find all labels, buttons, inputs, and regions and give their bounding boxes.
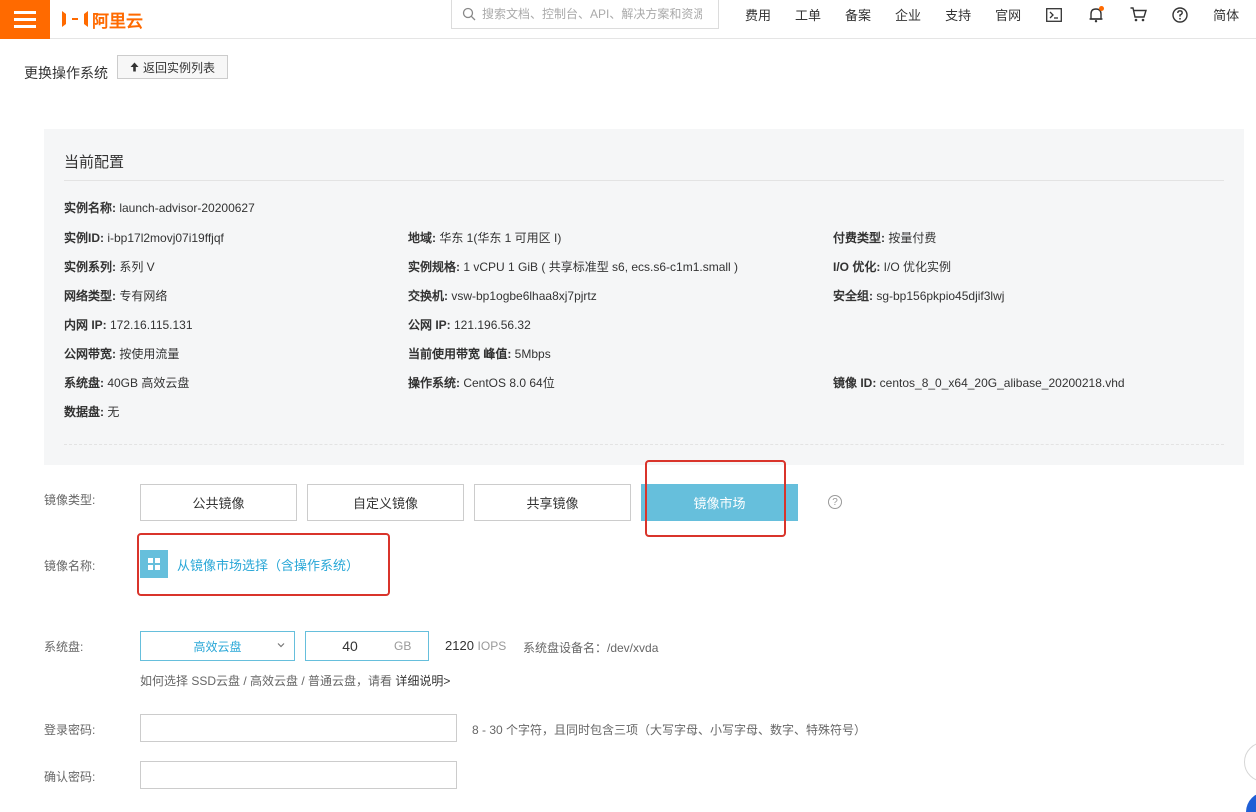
image-name-label: 镜像名称: [44,559,96,573]
select-from-market-link[interactable]: 从镜像市场选择（含操作系统） [140,550,359,578]
peak-bandwidth: 当前使用带宽 峰值: 5Mbps [408,347,551,361]
logo-text: 阿里云 [92,11,143,31]
image-id: 镜像 ID: centos_8_0_x64_20G_alibase_202002… [833,376,1125,390]
page-title: 更换操作系统 [24,65,108,81]
floating-widget[interactable] [1244,742,1256,782]
nav-support[interactable]: 支持 [933,5,983,24]
instance-series: 实例系列: 系列 V [64,260,155,274]
nav-ticket[interactable]: 工单 [783,5,833,24]
tab-shared-image[interactable]: 共享镜像 [474,484,631,521]
question-icon[interactable]: ? [828,495,842,509]
divider-dashed [64,444,1224,445]
password-input[interactable] [141,715,456,741]
system-disk-label: 系统盘: [44,640,84,654]
back-button-label: 返回实例列表 [143,60,216,75]
instance-name: 实例名称: launch-advisor-20200627 [64,201,255,215]
apps-grid-icon [140,550,168,578]
instance-spec: 实例规格: 1 vCPU 1 GiB ( 共享标准型 s6, ecs.s6-c1… [408,260,739,274]
public-ip: 公网 IP: 121.196.56.32 [408,318,531,332]
market-link-label: 从镜像市场选择（含操作系统） [177,557,360,573]
data-disk: 数据盘: 无 [64,405,120,419]
network-type: 网络类型: 专有网络 [64,289,168,303]
back-to-instances-button[interactable]: 返回实例列表 [117,55,229,79]
confirm-password-label: 确认密码: [44,770,96,784]
confirm-password-input[interactable] [141,762,456,788]
top-nav: 费用 工单 备案 企业 支持 官网 简体 [733,0,1251,29]
password-hint: 8 - 30 个字符，且同时包含三项（大写字母、小写字母、数字、特殊符号） [472,723,867,737]
cart-icon[interactable] [1117,0,1159,29]
nav-billing[interactable]: 费用 [733,5,783,24]
menu-icon[interactable] [0,0,50,39]
public-bandwidth: 公网带宽: 按使用流量 [64,347,180,361]
billing-type: 付费类型: 按量付费 [833,231,937,245]
language-switch[interactable]: 简体 [1201,5,1251,24]
floating-chat-button[interactable] [1246,792,1256,812]
vswitch: 交换机: vsw-bp1ogbe6lhaa8xj7pjrtz [408,289,597,303]
private-ip: 内网 IP: 172.16.115.131 [64,318,193,332]
operating-system: 操作系统: CentOS 8.0 64位 [408,376,555,390]
password-input-box[interactable] [140,714,457,742]
disk-type-select[interactable]: 高效云盘 [140,631,295,661]
terminal-icon[interactable] [1033,0,1075,29]
search-icon [462,7,476,21]
tab-custom-image[interactable]: 自定义镜像 [307,484,464,521]
confirm-password-input-box[interactable] [140,761,457,789]
nav-icp[interactable]: 备案 [833,5,883,24]
disk-size-input[interactable]: GB [305,631,429,661]
system-disk-info: 系统盘: 40GB 高效云盘 [64,376,190,390]
search-box[interactable] [451,0,719,29]
security-group: 安全组: sg-bp156pkpio45djif3lwj [833,289,1005,303]
tab-public-image[interactable]: 公共镜像 [140,484,297,521]
upload-arrow-icon [130,62,139,72]
chevron-down-icon [277,643,285,648]
disk-type-value: 高效云盘 [193,639,242,654]
region: 地域: 华东 1(华东 1 可用区 I) [408,231,562,245]
top-bar: 阿里云 费用 工单 备案 企业 支持 官网 简体 [0,0,1256,39]
disk-size-field[interactable] [306,638,394,654]
password-label: 登录密码: [44,723,96,737]
io-optimization: I/O 优化: I/O 优化实例 [833,260,952,274]
nav-website[interactable]: 官网 [983,5,1033,24]
nav-enterprise[interactable]: 企业 [883,5,933,24]
aliyun-logo-icon [62,11,88,27]
current-config-panel: 当前配置 实例名称: launch-advisor-20200627 实例ID:… [44,129,1244,465]
config-title: 当前配置 [64,154,125,171]
divider [64,180,1224,181]
image-type-label: 镜像类型: [44,493,96,507]
disk-size-unit: GB [394,639,412,653]
tab-image-market[interactable]: 镜像市场 [641,484,798,521]
iops-readout: 2120 IOPS [445,638,507,653]
details-link[interactable]: 详细说明> [395,674,450,688]
notification-dot [1099,6,1105,11]
help-circle-icon[interactable] [1159,0,1201,29]
logo[interactable]: 阿里云 [62,8,143,31]
device-name: 系统盘设备名：/dev/xvda [523,641,659,655]
bell-icon[interactable] [1075,0,1117,29]
search-input[interactable] [482,7,702,21]
instance-id: 实例ID: i-bp17l2movj07i19ffjqf [64,231,224,245]
disk-choice-hint: 如何选择 SSD云盘 / 高效云盘 / 普通云盘，请看 详细说明> [140,674,451,688]
